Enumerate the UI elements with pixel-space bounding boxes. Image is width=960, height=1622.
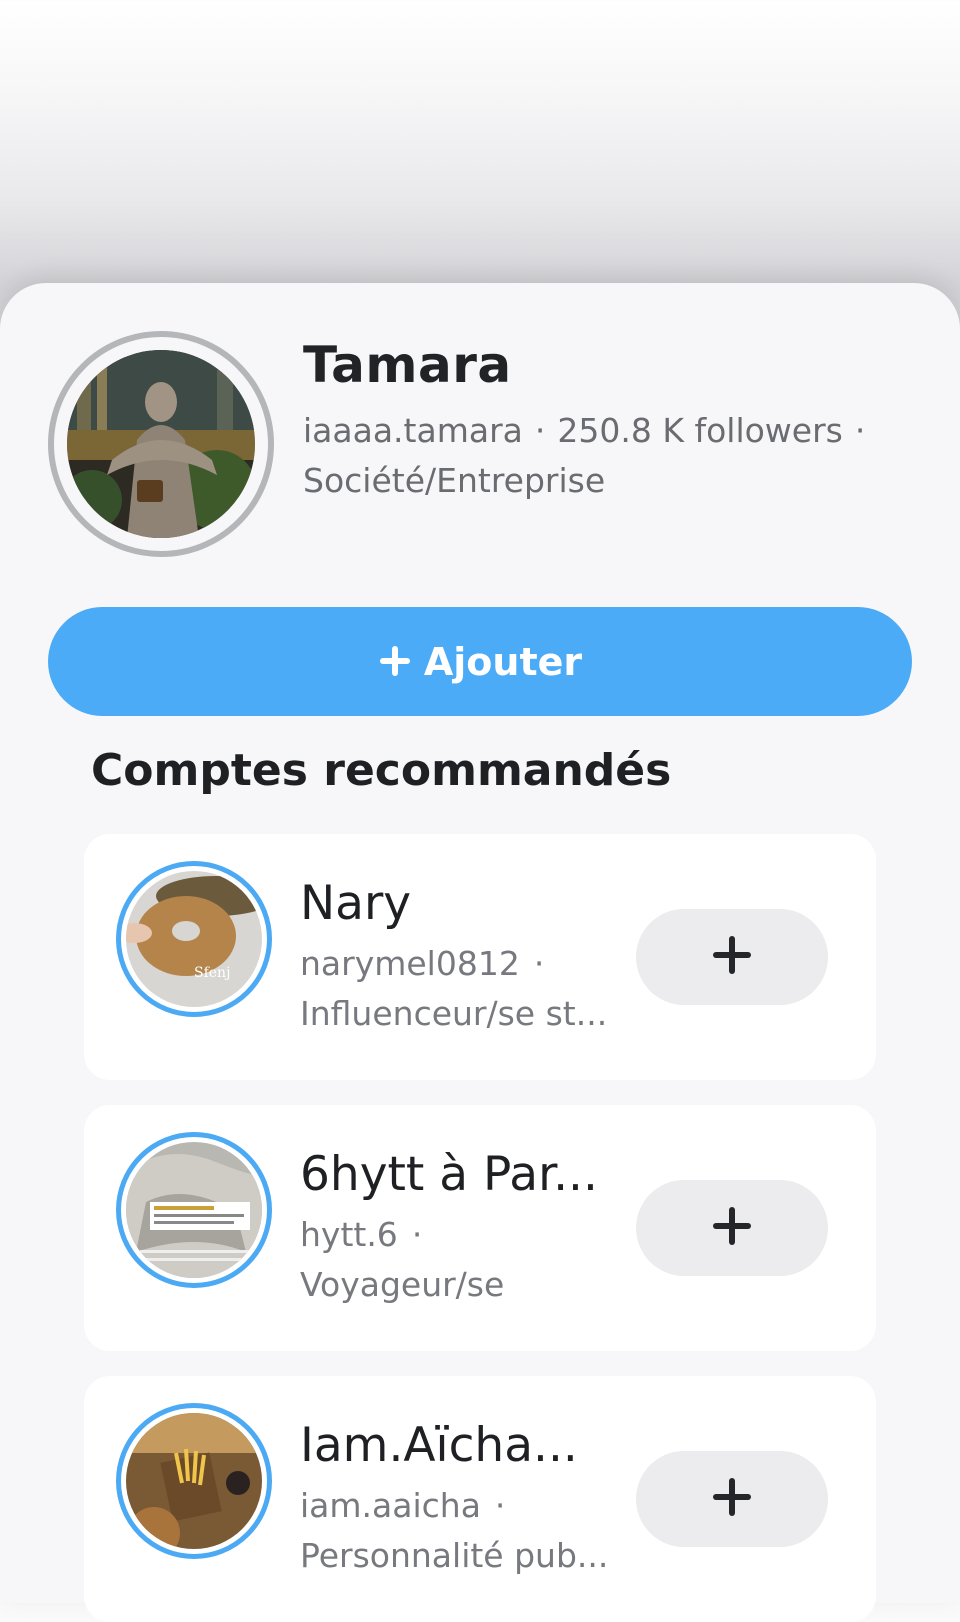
recommended-category: Personnalité pub... bbox=[300, 1536, 609, 1575]
add-friend-label: Ajouter bbox=[423, 639, 583, 684]
recommended-username: hytt.6 bbox=[300, 1215, 398, 1254]
plus-icon bbox=[712, 1477, 752, 1521]
recommended-handle: narymel0812 · bbox=[300, 944, 544, 983]
add-recommended-button[interactable] bbox=[636, 1180, 828, 1276]
separator-dot: · bbox=[854, 411, 866, 450]
add-recommended-button[interactable] bbox=[636, 1451, 828, 1547]
profile-photo bbox=[67, 350, 255, 538]
recommended-handle: hytt.6 · bbox=[300, 1215, 422, 1254]
avatar-photo: Sfenj bbox=[126, 871, 262, 1007]
add-recommended-button[interactable] bbox=[636, 909, 828, 1005]
recommended-avatar[interactable] bbox=[116, 1403, 272, 1559]
recommended-category: Influenceur/se st... bbox=[300, 994, 608, 1033]
recommended-card[interactable]: Iam.Aïcha... iam.aaicha · Personnalité pu… bbox=[84, 1376, 876, 1622]
separator-dot: · bbox=[494, 1486, 506, 1525]
separator-dot: · bbox=[534, 411, 546, 450]
recommended-avatar[interactable]: Sfenj bbox=[116, 861, 272, 1017]
recommended-username: iam.aaicha bbox=[300, 1486, 481, 1525]
recommended-category: Voyageur/se bbox=[300, 1265, 505, 1304]
separator-dot: · bbox=[411, 1215, 423, 1254]
plus-icon bbox=[378, 638, 412, 686]
avatar-caption: Sfenj bbox=[194, 965, 230, 981]
profile-username: iaaaa.tamara bbox=[303, 411, 523, 450]
plus-icon bbox=[712, 1206, 752, 1250]
recommended-card[interactable]: Sfenj Nary narymel0812 · Influenceur/se s… bbox=[84, 834, 876, 1080]
profile-followers: 250.8 K followers bbox=[557, 411, 843, 450]
plus-icon bbox=[712, 935, 752, 979]
recommended-avatar[interactable] bbox=[116, 1132, 272, 1288]
recommended-name: Iam.Aïcha... bbox=[300, 1418, 578, 1473]
avatar-photo bbox=[126, 1413, 262, 1549]
profile-category: Société/Entreprise bbox=[303, 461, 606, 500]
recommended-name: Nary bbox=[300, 876, 412, 931]
recommended-handle: iam.aaicha · bbox=[300, 1486, 505, 1525]
recommended-name: 6hytt à Par... bbox=[300, 1147, 598, 1202]
profile-avatar[interactable] bbox=[48, 331, 274, 557]
recommended-title: Comptes recommandés bbox=[91, 745, 672, 796]
avatar-photo bbox=[126, 1142, 262, 1278]
recommended-username: narymel0812 bbox=[300, 944, 520, 983]
separator-dot: · bbox=[533, 944, 545, 983]
add-friend-button[interactable]: Ajouter bbox=[48, 607, 912, 716]
recommended-card[interactable]: 6hytt à Par... hytt.6 · Voyageur/se bbox=[84, 1105, 876, 1351]
profile-name: Tamara bbox=[303, 336, 512, 394]
profile-meta: iaaaa.tamara · 250.8 K followers · Société/… bbox=[303, 406, 943, 506]
